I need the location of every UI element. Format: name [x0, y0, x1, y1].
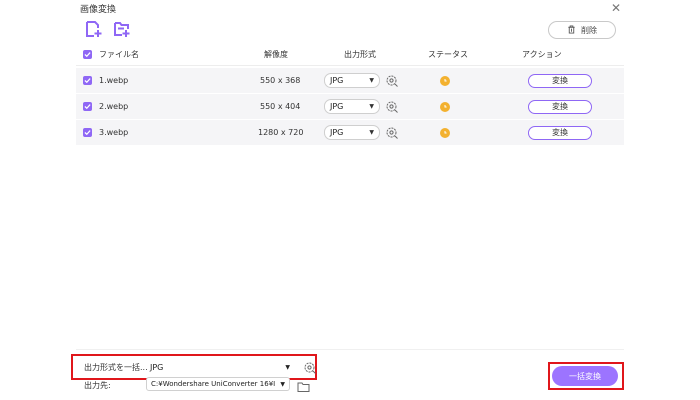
- add-file-icon[interactable]: [85, 20, 103, 38]
- status-clock-icon: [440, 101, 450, 112]
- bulk-format-label: 出力形式を一括...: [84, 363, 148, 372]
- table-header: ファイル名 解像度 出力形式 ステータス アクション: [76, 44, 624, 66]
- status-clock-icon: [440, 75, 450, 86]
- format-value: JPG: [330, 128, 344, 137]
- bulk-settings-gear-icon[interactable]: [303, 360, 317, 374]
- chevron-down-icon: ▼: [369, 103, 374, 110]
- trash-icon: [567, 24, 576, 36]
- settings-gear-icon[interactable]: [385, 126, 399, 140]
- header-resolution: 解像度: [264, 50, 288, 59]
- row-checkbox[interactable]: [83, 128, 92, 137]
- chevron-down-icon: ▼: [369, 77, 374, 84]
- format-value: JPG: [330, 102, 344, 111]
- chevron-down-icon: ▼: [285, 363, 290, 371]
- chevron-down-icon: ▼: [369, 129, 374, 136]
- image-converter-window: 画像変換 ✕ 削除 ファイル名 解像度 出力形式 ステータス アクション 1.w…: [0, 0, 700, 400]
- settings-gear-icon[interactable]: [385, 74, 399, 88]
- format-select[interactable]: JPG ▼: [324, 73, 380, 88]
- bulk-format-select[interactable]: JPG ▼: [150, 360, 290, 374]
- output-path-select[interactable]: C:¥Wondershare UniConverter 16¥Ima ▼: [146, 377, 290, 391]
- batch-convert-button[interactable]: 一括変換: [552, 366, 618, 386]
- status-clock-icon: [440, 127, 450, 138]
- window-title: 画像変換: [80, 5, 117, 15]
- header-action: アクション: [522, 50, 562, 59]
- delete-button[interactable]: 削除: [548, 21, 616, 39]
- table-row: 3.webp 1280 x 720 JPG ▼ 変換: [76, 120, 624, 145]
- title-bar: 画像変換 ✕: [0, 0, 700, 16]
- convert-button[interactable]: 変換: [528, 99, 592, 114]
- file-resolution: 550 x 404: [260, 102, 301, 111]
- chevron-down-icon: ▼: [280, 380, 285, 388]
- file-name: 3.webp: [99, 128, 129, 137]
- add-folder-icon[interactable]: [113, 20, 131, 38]
- table-row: 1.webp 550 x 368 JPG ▼ 変換: [76, 68, 624, 93]
- select-all-checkbox[interactable]: [83, 50, 92, 59]
- header-filename: ファイル名: [99, 50, 139, 59]
- delete-label: 削除: [581, 25, 597, 35]
- settings-gear-icon[interactable]: [385, 100, 399, 114]
- header-status: ステータス: [428, 50, 468, 59]
- bulk-format-value: JPG: [150, 362, 164, 372]
- folder-icon[interactable]: [297, 378, 310, 392]
- table-row: 2.webp 550 x 404 JPG ▼ 変換: [76, 94, 624, 119]
- output-label: 出力先:: [84, 381, 111, 390]
- row-checkbox[interactable]: [83, 102, 92, 111]
- format-select[interactable]: JPG ▼: [324, 125, 380, 140]
- file-name: 1.webp: [99, 76, 129, 85]
- row-checkbox[interactable]: [83, 76, 92, 85]
- convert-button[interactable]: 変換: [528, 125, 592, 140]
- format-value: JPG: [330, 76, 344, 85]
- close-icon[interactable]: ✕: [609, 1, 623, 15]
- convert-button[interactable]: 変換: [528, 73, 592, 88]
- format-select[interactable]: JPG ▼: [324, 99, 380, 114]
- output-path-value: C:¥Wondershare UniConverter 16¥Ima: [151, 380, 275, 388]
- header-format: 出力形式: [344, 50, 376, 59]
- file-resolution: 1280 x 720: [258, 128, 304, 137]
- file-resolution: 550 x 368: [260, 76, 301, 85]
- file-name: 2.webp: [99, 102, 129, 111]
